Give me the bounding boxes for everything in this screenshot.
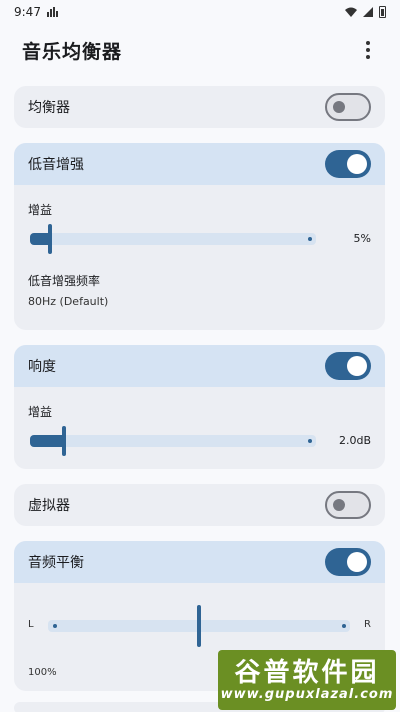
- equalizer-label: 均衡器: [28, 100, 70, 116]
- bass-boost-card: 低音增强 增益 5% 低音增强频率 80Hz (Default): [14, 143, 385, 330]
- loudness-slider-thumb[interactable]: [62, 426, 66, 456]
- bass-boost-label: 低音增强: [28, 157, 84, 173]
- battery-icon: [379, 6, 386, 18]
- equalizer-row[interactable]: 均衡器: [14, 86, 385, 128]
- audio-balance-slider[interactable]: L R: [14, 605, 385, 647]
- status-time: 9:47: [14, 5, 41, 19]
- watermark-text: 谷普软件园: [234, 657, 380, 688]
- virtualizer-row[interactable]: 虚拟器: [14, 484, 385, 526]
- bass-boost-gain-label: 增益: [28, 203, 53, 217]
- balance-left-label: L: [28, 619, 34, 630]
- loudness-switch[interactable]: [325, 352, 371, 380]
- more-options-icon[interactable]: [358, 38, 378, 62]
- page-title: 音乐均衡器: [22, 40, 123, 63]
- app-bar: 音乐均衡器: [0, 28, 400, 72]
- virtualizer-switch[interactable]: [325, 491, 371, 519]
- watermark-url: www.gupuxlazal.com: [220, 686, 394, 702]
- bass-boost-gain-slider[interactable]: 5%: [14, 224, 385, 254]
- bass-boost-row[interactable]: 低音增强: [14, 143, 385, 185]
- data-activity-icon: [46, 7, 59, 17]
- virtualizer-label: 虚拟器: [28, 498, 70, 514]
- audio-balance-slider-thumb[interactable]: [197, 605, 201, 647]
- loudness-gain-value: 2.0dB: [338, 434, 371, 447]
- balance-right-label: R: [364, 619, 371, 630]
- loudness-gain-label: 增益: [28, 405, 53, 419]
- bass-boost-gain-value: 5%: [353, 232, 371, 245]
- audio-balance-row[interactable]: 音频平衡: [14, 541, 385, 583]
- status-bar: 9:47: [0, 0, 400, 24]
- audio-balance-label: 音频平衡: [28, 555, 84, 571]
- bass-boost-frequency-label[interactable]: 低音增强频率: [14, 272, 385, 289]
- bass-boost-switch[interactable]: [325, 150, 371, 178]
- loudness-card: 响度 增益 2.0dB: [14, 345, 385, 469]
- equalizer-card: 均衡器: [14, 86, 385, 128]
- bass-boost-slider-thumb[interactable]: [48, 224, 52, 254]
- equalizer-switch[interactable]: [325, 93, 371, 121]
- loudness-label: 响度: [28, 359, 56, 375]
- loudness-row[interactable]: 响度: [14, 345, 385, 387]
- virtualizer-card: 虚拟器: [14, 484, 385, 526]
- watermark-logo: 谷普软件园 www.gupuxlazal.com: [218, 650, 396, 710]
- wifi-icon: [345, 7, 357, 17]
- cellular-signal-icon: [363, 7, 373, 17]
- loudness-gain-slider[interactable]: 2.0dB: [14, 426, 385, 456]
- bass-boost-frequency-value: 80Hz (Default): [28, 295, 109, 308]
- audio-balance-switch[interactable]: [325, 548, 371, 576]
